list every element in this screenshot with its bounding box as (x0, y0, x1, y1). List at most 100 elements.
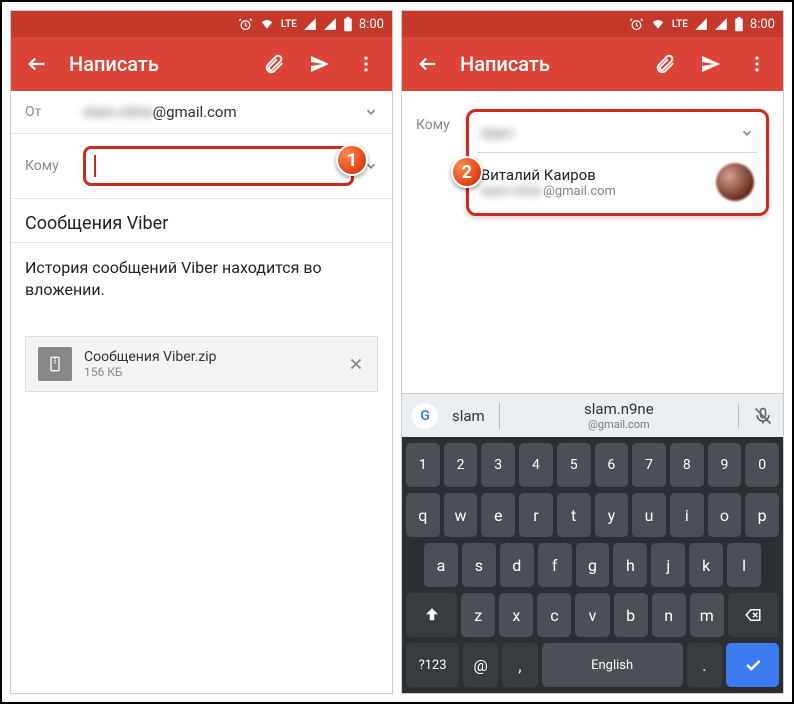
alarm-icon (238, 17, 253, 32)
contact-info: Виталий Каиров slam.n9ne@gmail.com (481, 166, 704, 199)
attach-icon[interactable] (260, 50, 288, 78)
key-x[interactable]: x (499, 593, 533, 637)
back-icon[interactable] (414, 50, 442, 78)
to-input[interactable] (96, 158, 343, 175)
key-comma[interactable]: , (502, 643, 537, 687)
from-domain: @gmail.com (153, 103, 237, 121)
chevron-down-icon[interactable] (364, 105, 378, 119)
key-u[interactable]: u (632, 493, 666, 537)
lte-label: LTE (672, 19, 688, 30)
phone-left: LTE 8:00 Написать От slam.n9ne@gm (10, 10, 393, 694)
key-g[interactable]: g (576, 543, 610, 587)
key-4[interactable]: 4 (519, 443, 553, 487)
attachment-meta: Сообщения Viber.zip 156 КБ (84, 349, 335, 379)
appbar-title: Написать (460, 52, 633, 76)
key-h[interactable]: h (613, 543, 647, 587)
keyboard-row-numbers: 1 2 3 4 5 6 7 8 9 0 (406, 443, 779, 487)
keyboard-suggestion-bar: G slam slam.n9ne @gmail.com (402, 393, 783, 437)
divider (738, 403, 739, 429)
chevron-down-icon[interactable] (740, 126, 754, 140)
signal-icon (303, 17, 317, 31)
key-a[interactable]: a (424, 543, 458, 587)
key-n[interactable]: n (652, 593, 686, 637)
signal-icon (694, 17, 708, 31)
subject-field[interactable]: Сообщения Viber (11, 199, 392, 243)
to-input-row: slam (477, 118, 758, 153)
send-icon[interactable] (697, 50, 725, 78)
key-f[interactable]: f (538, 543, 572, 587)
key-q[interactable]: q (406, 493, 440, 537)
kb-suggestion-2[interactable]: slam.n9ne @gmail.com (514, 400, 724, 431)
attach-icon[interactable] (651, 50, 679, 78)
key-o[interactable]: o (708, 493, 742, 537)
key-c[interactable]: c (537, 593, 571, 637)
send-icon[interactable] (306, 50, 334, 78)
kb-suggestion-1[interactable]: slam (452, 407, 485, 425)
from-prefix-blurred: slam.n9ne (83, 103, 153, 121)
keyboard-row-3: z x c v b n m (406, 593, 779, 637)
key-j[interactable]: j (651, 543, 685, 587)
to-input-typed[interactable]: slam (481, 124, 730, 142)
key-v[interactable]: v (575, 593, 609, 637)
key-2[interactable]: 2 (444, 443, 478, 487)
key-l[interactable]: l (727, 543, 761, 587)
app-bar: Написать (402, 37, 783, 91)
key-0[interactable]: 0 (745, 443, 779, 487)
more-icon[interactable] (352, 50, 380, 78)
key-i[interactable]: i (670, 493, 704, 537)
wifi-icon (650, 17, 666, 31)
more-icon[interactable] (743, 50, 771, 78)
key-dot[interactable]: . (687, 643, 722, 687)
lte-label: LTE (281, 19, 297, 30)
key-enter[interactable] (726, 643, 779, 687)
battery-icon (343, 17, 353, 32)
key-8[interactable]: 8 (670, 443, 704, 487)
body-field[interactable]: История сообщений Viber находится во вло… (11, 243, 392, 316)
key-t[interactable]: t (557, 493, 591, 537)
key-w[interactable]: w (444, 493, 478, 537)
appbar-title: Написать (69, 52, 242, 76)
attachment-name: Сообщения Viber.zip (84, 349, 335, 365)
key-1[interactable]: 1 (406, 443, 440, 487)
key-k[interactable]: k (689, 543, 723, 587)
keyboard: 1 2 3 4 5 6 7 8 9 0 q w e r t y u i o (402, 437, 783, 693)
from-row[interactable]: От slam.n9ne@gmail.com (11, 91, 392, 134)
key-at[interactable]: @ (463, 643, 498, 687)
to-row: Кому 1 (11, 134, 392, 199)
back-icon[interactable] (23, 50, 51, 78)
key-r[interactable]: r (519, 493, 553, 537)
attachment-chip[interactable]: Сообщения Viber.zip 156 КБ (25, 336, 378, 392)
key-6[interactable]: 6 (595, 443, 629, 487)
key-backspace[interactable] (728, 593, 779, 637)
key-b[interactable]: b (614, 593, 648, 637)
step-badge-1: 1 (336, 144, 368, 176)
key-space[interactable]: English (542, 643, 683, 687)
key-9[interactable]: 9 (708, 443, 742, 487)
key-d[interactable]: d (500, 543, 534, 587)
key-symbols[interactable]: ?123 (406, 643, 459, 687)
suggestion-highlight: 2 slam Виталий Каиров slam.n9ne@gmail.co… (466, 109, 769, 216)
key-z[interactable]: z (461, 593, 495, 637)
key-3[interactable]: 3 (481, 443, 515, 487)
key-p[interactable]: p (745, 493, 779, 537)
mic-off-icon[interactable] (753, 406, 773, 426)
signal-icon-2 (714, 17, 728, 31)
avatar (716, 163, 754, 201)
remove-attachment-icon[interactable] (347, 355, 365, 373)
key-7[interactable]: 7 (632, 443, 666, 487)
status-bar: LTE 8:00 (11, 11, 392, 37)
key-s[interactable]: s (462, 543, 496, 587)
key-5[interactable]: 5 (557, 443, 591, 487)
key-shift[interactable] (406, 593, 457, 637)
zip-icon (38, 347, 72, 381)
from-label: От (25, 104, 73, 120)
contact-suggestion[interactable]: Виталий Каиров slam.n9ne@gmail.com (477, 153, 758, 203)
key-y[interactable]: y (595, 493, 629, 537)
phone-right: LTE 8:00 Написать Кому 2 (401, 10, 784, 694)
key-m[interactable]: m (690, 593, 724, 637)
clock: 8:00 (359, 17, 384, 32)
divider (499, 403, 500, 429)
google-icon[interactable]: G (412, 403, 438, 429)
key-e[interactable]: e (481, 493, 515, 537)
keyboard-row-4: ?123 @ , English . (406, 643, 779, 687)
